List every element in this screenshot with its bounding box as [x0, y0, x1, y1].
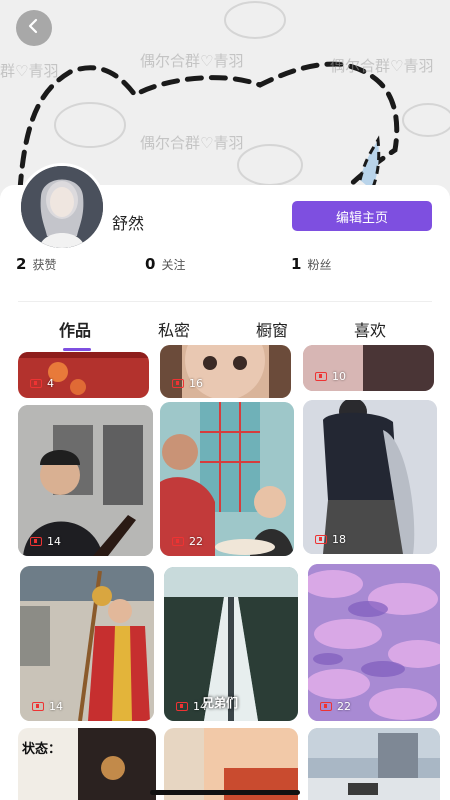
video-tile[interactable]: 16	[160, 345, 291, 398]
video-caption: 兄弟们	[202, 696, 239, 710]
watermark-text: 群♡青羽	[0, 62, 59, 80]
divider	[18, 301, 432, 302]
play-count-icon	[30, 379, 42, 388]
following-label: 关注	[161, 258, 186, 272]
play-count-icon	[315, 372, 327, 381]
video-tile[interactable]: 22	[308, 564, 440, 721]
video-tile[interactable]: 14	[18, 405, 153, 556]
play-count-icon	[32, 702, 44, 711]
home-indicator	[150, 790, 300, 795]
tab-works[interactable]: 作品	[59, 317, 91, 341]
video-tile[interactable]	[308, 728, 440, 800]
watermark-text: 偶尔合群♡青羽	[140, 52, 244, 70]
play-count-icon	[172, 379, 184, 388]
stat-followers[interactable]: 1 粉丝	[291, 255, 331, 273]
watermark-text: 偶尔合群♡青羽	[330, 57, 434, 75]
play-count-icon	[176, 702, 188, 711]
play-count: 14	[30, 535, 61, 548]
play-count-icon	[172, 537, 184, 546]
tab-likes[interactable]: 喜欢	[354, 317, 386, 341]
play-count: 22	[320, 700, 351, 713]
video-tile[interactable]: 22	[160, 402, 294, 556]
edit-profile-button[interactable]: 编辑主页	[292, 201, 432, 231]
username: 舒然	[112, 214, 145, 233]
followers-label: 粉丝	[307, 258, 332, 272]
play-count: 14	[32, 700, 63, 713]
avatar[interactable]	[18, 163, 106, 251]
stat-following[interactable]: 0 关注	[145, 255, 185, 273]
play-count: 16	[172, 377, 203, 390]
tab-showcase[interactable]: 橱窗	[256, 317, 288, 341]
back-button[interactable]	[16, 10, 52, 46]
play-count: 10	[315, 370, 346, 383]
play-count-icon	[315, 535, 327, 544]
video-tile[interactable]: 10	[303, 345, 434, 391]
play-count: 22	[172, 535, 203, 548]
play-count: 18	[315, 533, 346, 546]
video-tile[interactable]: 14 兄弟们	[164, 567, 298, 721]
play-count-icon	[320, 702, 332, 711]
video-tile[interactable]: 14	[20, 566, 154, 721]
following-count: 0	[145, 255, 156, 273]
followers-count: 1	[291, 255, 302, 273]
play-count-icon	[30, 537, 42, 546]
likes-label: 获赞	[32, 258, 57, 272]
video-tile[interactable]: 18	[303, 400, 437, 554]
video-tile[interactable]	[18, 728, 156, 800]
likes-count: 2	[16, 255, 27, 273]
watermark-text: 偶尔合群♡青羽	[140, 134, 244, 152]
video-tile[interactable]: 4	[18, 352, 149, 398]
tab-private[interactable]: 私密	[158, 317, 190, 341]
play-count: 4	[30, 377, 54, 390]
active-tab-indicator	[63, 348, 91, 351]
chevron-left-icon	[26, 18, 42, 38]
stat-likes[interactable]: 2 获赞	[16, 255, 56, 273]
